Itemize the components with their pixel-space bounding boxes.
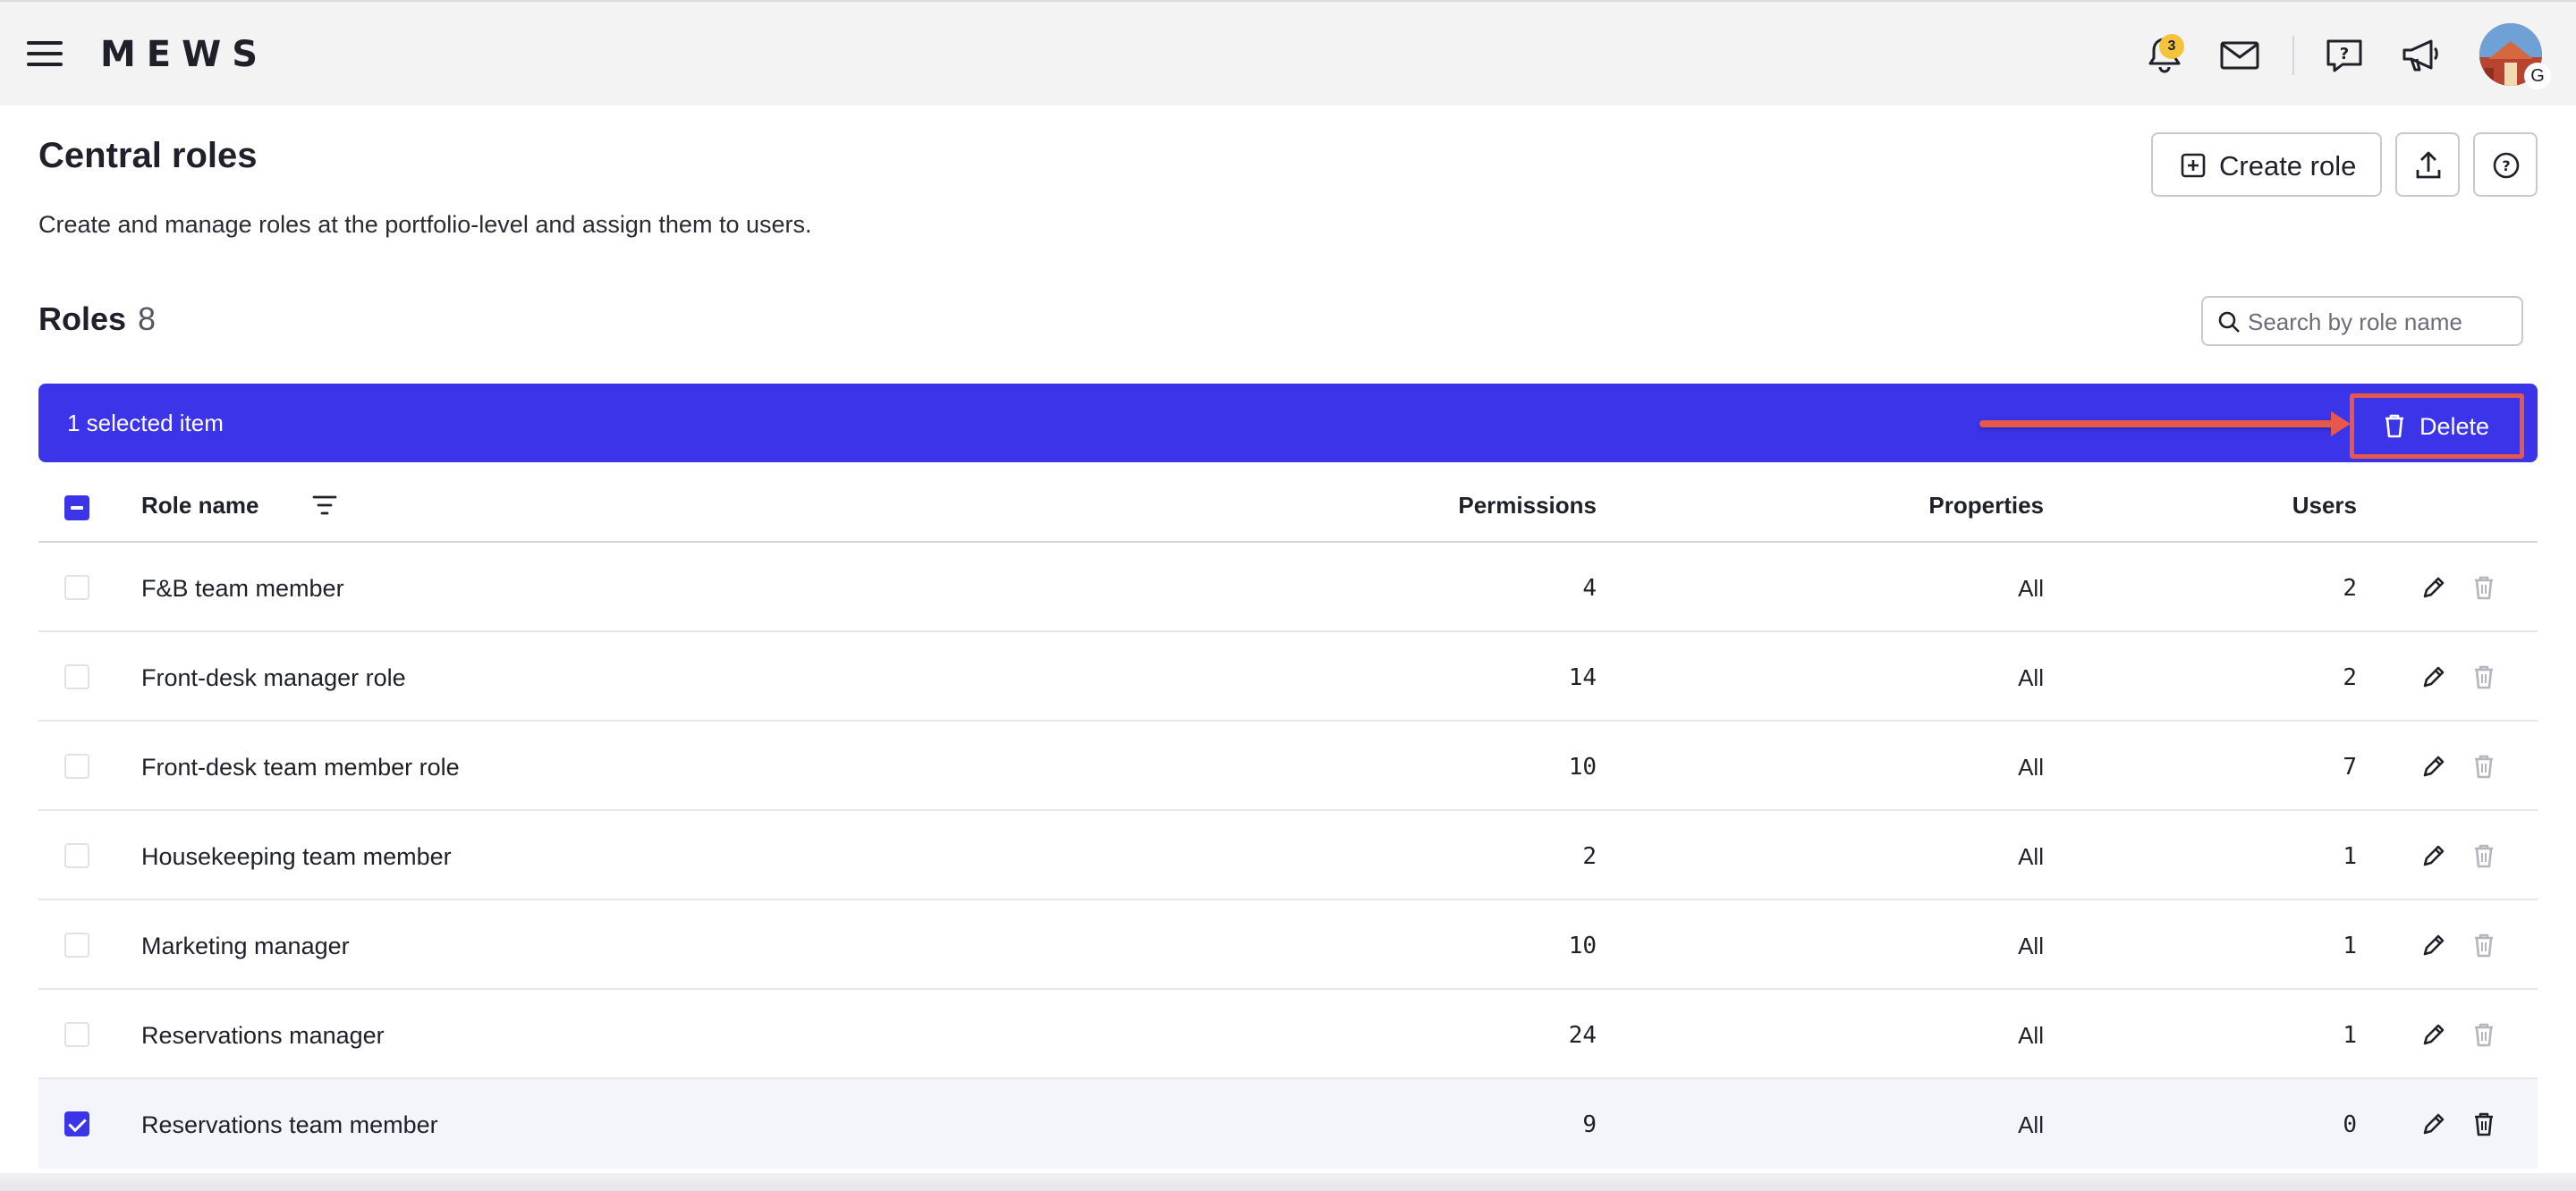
users-count: 1 — [2343, 843, 2357, 870]
export-button[interactable] — [2395, 132, 2460, 197]
delete-label: Delete — [2419, 413, 2490, 440]
permissions-count: 2 — [1582, 843, 1597, 870]
help-chat-icon[interactable]: ? — [2323, 34, 2366, 77]
properties-value: All — [2018, 754, 2044, 781]
svg-text:?: ? — [2340, 45, 2349, 63]
permissions-count: 24 — [1568, 1022, 1597, 1049]
annotation-arrow — [1979, 420, 2342, 427]
search-box — [2201, 296, 2523, 346]
users-count: 0 — [2343, 1111, 2357, 1138]
table-row[interactable]: Front-desk team member role 10 All 7 — [38, 722, 2538, 811]
search-input[interactable] — [2248, 307, 2512, 337]
table-row[interactable]: F&B team member 4 All 2 — [38, 543, 2538, 632]
column-header-permissions[interactable]: Permissions — [1418, 492, 1597, 519]
edit-icon[interactable] — [2419, 1020, 2448, 1049]
selection-count-text: 1 selected item — [67, 410, 224, 436]
permissions-count: 10 — [1568, 754, 1597, 781]
mail-icon[interactable] — [2218, 34, 2261, 77]
trash-icon[interactable] — [2470, 1110, 2498, 1138]
column-header-role-name[interactable]: Role name — [141, 492, 259, 519]
role-name: Marketing manager — [141, 933, 350, 959]
role-name: Reservations team member — [141, 1111, 438, 1138]
create-role-button[interactable]: Create role — [2151, 132, 2382, 197]
top-bar: MEWS 3 ? G — [0, 0, 2576, 106]
page-subtitle: Create and manage roles at the portfolio… — [38, 211, 812, 238]
trash-icon[interactable] — [2470, 1020, 2498, 1049]
page-title: Central roles — [38, 136, 258, 175]
permissions-count: 14 — [1568, 664, 1597, 691]
help-circle-icon: ? — [2493, 152, 2520, 179]
plus-square-icon — [2181, 153, 2206, 178]
edit-icon[interactable] — [2419, 1110, 2448, 1138]
properties-value: All — [2018, 1022, 2044, 1049]
bottom-edge — [0, 1173, 2576, 1191]
row-checkbox[interactable] — [64, 1111, 89, 1136]
properties-value: All — [2018, 664, 2044, 691]
users-count: 2 — [2343, 575, 2357, 602]
table-row[interactable]: Marketing manager 10 All 1 — [38, 900, 2538, 990]
row-checkbox[interactable] — [64, 664, 89, 689]
divider — [2292, 36, 2294, 75]
row-checkbox[interactable] — [64, 1022, 89, 1047]
help-button[interactable]: ? — [2473, 132, 2538, 197]
permissions-count: 10 — [1568, 933, 1597, 959]
edit-icon[interactable] — [2419, 931, 2448, 959]
delete-button[interactable]: Delete — [2357, 401, 2517, 452]
filter-icon[interactable] — [310, 494, 339, 517]
table-row[interactable]: Reservations team member 9 All 0 — [38, 1079, 2538, 1169]
trash-icon[interactable] — [2470, 752, 2498, 781]
annotation-arrow-head — [2331, 411, 2351, 436]
app-logo: MEWS — [100, 34, 269, 75]
properties-value: All — [2018, 843, 2044, 870]
svg-text:?: ? — [2502, 157, 2510, 174]
permissions-count: 4 — [1582, 575, 1597, 602]
trash-icon[interactable] — [2470, 573, 2498, 602]
users-count: 2 — [2343, 664, 2357, 691]
role-name: Front-desk manager role — [141, 664, 406, 691]
column-header-properties[interactable]: Properties — [1865, 492, 2044, 519]
trash-icon — [2385, 414, 2403, 438]
role-name: Housekeeping team member — [141, 843, 452, 870]
trash-icon[interactable] — [2470, 663, 2498, 691]
trash-icon[interactable] — [2470, 841, 2498, 870]
edit-icon[interactable] — [2419, 573, 2448, 602]
properties-value: All — [2018, 575, 2044, 602]
notification-badge: 3 — [2159, 34, 2184, 59]
upload-icon — [2416, 151, 2441, 179]
row-checkbox[interactable] — [64, 575, 89, 600]
row-checkbox[interactable] — [64, 843, 89, 868]
users-count: 7 — [2343, 754, 2357, 781]
permissions-count: 9 — [1582, 1111, 1597, 1138]
edit-icon[interactable] — [2419, 752, 2448, 781]
avatar-initial: G — [2524, 63, 2551, 89]
properties-value: All — [2018, 1111, 2044, 1138]
role-name: F&B team member — [141, 575, 344, 602]
megaphone-icon[interactable] — [2399, 34, 2442, 77]
properties-value: All — [2018, 933, 2044, 959]
users-count: 1 — [2343, 933, 2357, 959]
search-icon — [2218, 311, 2240, 333]
edit-icon[interactable] — [2419, 841, 2448, 870]
roles-count: 8 — [138, 300, 157, 337]
edit-icon[interactable] — [2419, 663, 2448, 691]
users-count: 1 — [2343, 1022, 2357, 1049]
column-header-users[interactable]: Users — [2178, 492, 2357, 519]
row-checkbox[interactable] — [64, 754, 89, 779]
menu-icon[interactable] — [27, 41, 63, 66]
table-row[interactable]: Reservations manager 24 All 1 — [38, 990, 2538, 1079]
table-row[interactable]: Front-desk manager role 14 All 2 — [38, 632, 2538, 722]
table-row[interactable]: Housekeeping team member 2 All 1 — [38, 811, 2538, 900]
trash-icon[interactable] — [2470, 931, 2498, 959]
select-all-checkbox[interactable] — [64, 495, 89, 520]
roles-title: Roles — [38, 300, 127, 337]
row-checkbox[interactable] — [64, 933, 89, 958]
create-role-label: Create role — [2219, 150, 2357, 182]
role-name: Front-desk team member role — [141, 754, 460, 781]
role-name: Reservations manager — [141, 1022, 385, 1049]
